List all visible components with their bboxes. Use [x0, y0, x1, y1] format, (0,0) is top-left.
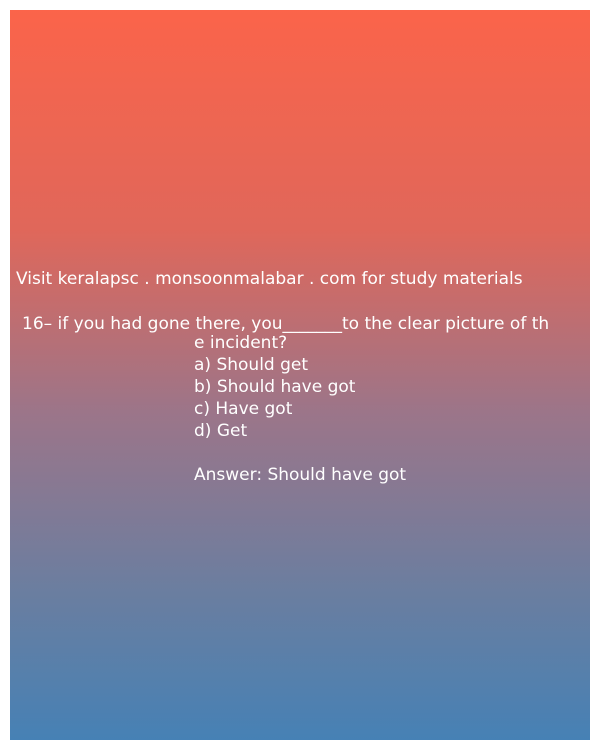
question-line-2: e incident? [194, 333, 288, 353]
option-c: c) Have got [194, 399, 293, 419]
answer-text: Answer: Should have got [194, 465, 407, 485]
site-promo-text: Visit keralapsc . monsoonmalabar . com f… [16, 269, 523, 289]
option-b: b) Should have got [194, 377, 356, 397]
option-a: a) Should get [194, 355, 309, 375]
quiz-card: Visit keralapsc . monsoonmalabar . com f… [10, 10, 590, 740]
question-continuation-and-options: e incident? a) Should get b) Should have… [194, 332, 406, 486]
option-d: d) Get [194, 421, 248, 441]
